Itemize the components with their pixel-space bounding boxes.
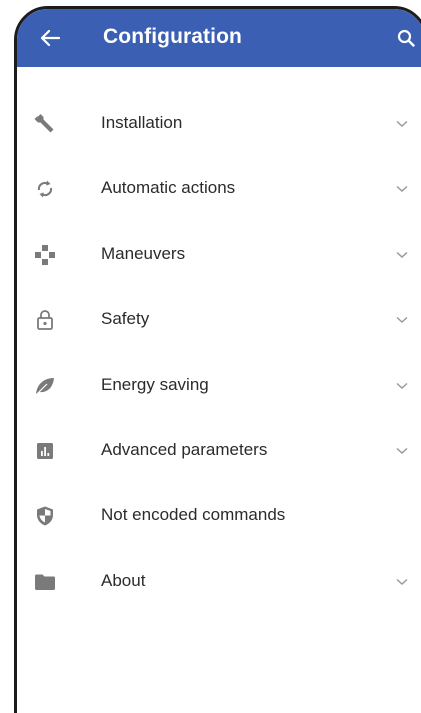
shield-icon — [33, 504, 57, 528]
configuration-menu: Installation Automatic actions Maneuvers… — [17, 96, 421, 619]
leaf-icon — [33, 374, 57, 398]
menu-item-automatic-actions[interactable]: Automatic actions — [17, 161, 421, 226]
lock-icon — [33, 308, 57, 332]
menu-item-not-encoded-commands[interactable]: Not encoded commands — [17, 488, 421, 553]
menu-item-about[interactable]: About — [17, 554, 421, 619]
menu-item-label: Maneuvers — [101, 243, 186, 263]
menu-item-safety[interactable]: Safety — [17, 292, 421, 357]
sync-icon — [33, 177, 57, 201]
menu-item-maneuvers[interactable]: Maneuvers — [17, 227, 421, 292]
menu-item-advanced-parameters[interactable]: Advanced parameters — [17, 423, 421, 488]
chevron-down-icon — [395, 249, 409, 261]
menu-item-label: Automatic actions — [101, 178, 236, 198]
search-icon — [397, 29, 415, 47]
chevron-down-icon — [395, 445, 409, 457]
menu-item-energy-saving[interactable]: Energy saving — [17, 358, 421, 423]
phone-screen: Configuration Installation Automatic act… — [14, 6, 421, 713]
back-button[interactable] — [35, 23, 65, 53]
menu-item-label: Advanced parameters — [101, 439, 268, 459]
folder-icon — [33, 570, 57, 594]
bar-chart-icon — [33, 439, 57, 463]
menu-item-label: Safety — [101, 309, 150, 329]
chevron-down-icon — [395, 118, 409, 130]
wrench-icon — [33, 112, 57, 136]
menu-item-label: Not encoded commands — [101, 505, 286, 525]
dpad-icon — [33, 243, 57, 267]
chevron-down-icon — [395, 576, 409, 588]
chevron-down-icon — [395, 314, 409, 326]
search-button[interactable] — [391, 23, 421, 53]
chevron-down-icon — [395, 380, 409, 392]
chevron-down-icon — [395, 183, 409, 195]
menu-item-label: Installation — [101, 113, 183, 132]
menu-item-label: About — [101, 570, 146, 590]
menu-item-label: Energy saving — [101, 374, 209, 394]
page-title: Configuration — [103, 25, 242, 48]
screenshot-stage: Configuration Installation Automatic act… — [0, 0, 421, 713]
app-bar: Configuration — [17, 9, 421, 67]
arrow-left-icon — [40, 29, 60, 47]
menu-item-installation[interactable]: Installation — [17, 96, 421, 161]
